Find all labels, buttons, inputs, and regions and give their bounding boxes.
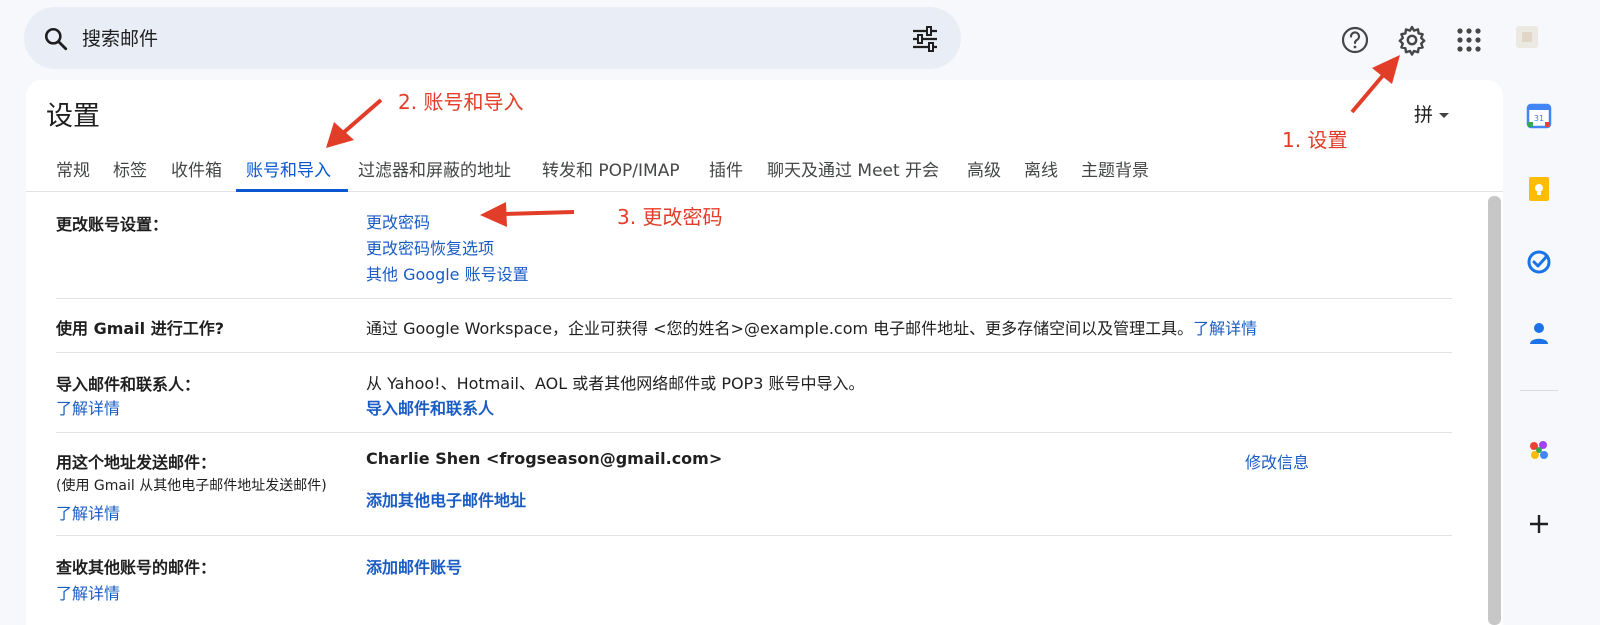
send-as-learn-more-link[interactable]: 了解详情 <box>56 500 120 524</box>
contacts-icon[interactable] <box>1526 320 1552 346</box>
row-workspace: 使用 Gmail 进行工作? 通过 Google Workspace，企业可获得… <box>56 299 1452 353</box>
search-options-icon[interactable] <box>911 26 939 52</box>
scrollbar[interactable] <box>1488 196 1501 625</box>
tab-forwarding-pop-imap[interactable]: 转发和 POP/IMAP <box>542 156 680 181</box>
row-label: 更改账号设置： <box>56 215 169 234</box>
import-description: 从 Yahoo!、Hotmail、AOL 或者其他网络邮件或 POP3 账号中导… <box>366 374 865 393</box>
row-import: 导入邮件和联系人： 了解详情 从 Yahoo!、Hotmail、AOL 或者其他… <box>56 353 1452 433</box>
account-avatar[interactable] <box>1516 26 1538 48</box>
add-icon[interactable] <box>1526 511 1552 537</box>
annotation-step1: 1. 设置 <box>1282 128 1348 152</box>
tab-general[interactable]: 常规 <box>56 156 90 181</box>
row-label: 用这个地址发送邮件： <box>56 453 217 472</box>
svg-text:31: 31 <box>1534 114 1544 123</box>
settings-panel: 设置 拼 常规 标签 收件箱 账号和导入 过滤器和屏蔽的地址 转发和 POP/I… <box>26 80 1503 625</box>
annotation-step2: 2. 账号和导入 <box>398 90 524 114</box>
workspace-learn-more-link[interactable]: 了解详情 <box>1193 319 1257 338</box>
tasks-icon[interactable] <box>1526 249 1552 275</box>
tab-addons[interactable]: 插件 <box>709 156 743 181</box>
addon-icon[interactable] <box>1526 438 1552 464</box>
ime-toggle[interactable]: 拼 <box>1414 100 1450 127</box>
row-send-as: 用这个地址发送邮件： (使用 Gmail 从其他电子邮件地址发送邮件) 了解详情… <box>56 433 1452 536</box>
add-mail-account-link[interactable]: 添加邮件账号 <box>366 554 462 578</box>
search-bar[interactable] <box>24 7 961 69</box>
change-recovery-options-link[interactable]: 更改密码恢复选项 <box>366 235 494 259</box>
search-input[interactable]: 搜索邮件 <box>82 24 158 51</box>
import-learn-more-link[interactable]: 了解详情 <box>56 395 120 419</box>
row-label: 使用 Gmail 进行工作? <box>56 319 224 338</box>
calendar-icon[interactable]: 31 <box>1526 103 1552 129</box>
rail-divider <box>1520 390 1558 391</box>
import-mail-contacts-link[interactable]: 导入邮件和联系人 <box>366 395 494 419</box>
apps-grid-icon[interactable] <box>1456 27 1482 53</box>
row-check-mail: 查收其他账号的邮件： 了解详情 添加邮件账号 <box>56 536 1452 625</box>
tab-themes[interactable]: 主题背景 <box>1081 156 1149 181</box>
check-mail-learn-more-link[interactable]: 了解详情 <box>56 580 120 604</box>
active-tab-indicator <box>236 189 348 192</box>
search-icon[interactable] <box>43 26 69 52</box>
gear-icon[interactable] <box>1396 24 1428 56</box>
tab-offline[interactable]: 离线 <box>1024 156 1058 181</box>
page-title: 设置 <box>46 101 100 132</box>
other-google-account-settings-link[interactable]: 其他 Google 账号设置 <box>366 261 529 285</box>
tab-inbox[interactable]: 收件箱 <box>171 156 222 181</box>
tab-accounts-import[interactable]: 账号和导入 <box>246 156 331 181</box>
row-change-account: 更改账号设置： 更改密码 更改密码恢复选项 其他 Google 账号设置 <box>56 193 1452 299</box>
row-label: 查收其他账号的邮件： <box>56 558 217 577</box>
tab-labels[interactable]: 标签 <box>113 156 147 181</box>
tab-chat-meet[interactable]: 聊天及通过 Meet 开会 <box>767 156 939 181</box>
help-icon[interactable] <box>1340 25 1370 55</box>
tab-filters[interactable]: 过滤器和屏蔽的地址 <box>358 156 511 181</box>
annotation-step3: 3. 更改密码 <box>617 205 723 229</box>
change-password-link[interactable]: 更改密码 <box>366 209 430 233</box>
tab-advanced[interactable]: 高级 <box>967 156 1001 181</box>
add-email-address-link[interactable]: 添加其他电子邮件地址 <box>366 487 526 511</box>
ime-label: 拼 <box>1414 104 1434 126</box>
send-as-address: Charlie Shen <frogseason@gmail.com> <box>366 449 723 468</box>
workspace-description: 通过 Google Workspace，企业可获得 <您的姓名>@example… <box>366 315 1257 339</box>
edit-info-link[interactable]: 修改信息 <box>1245 449 1309 473</box>
workspace-text: 通过 Google Workspace，企业可获得 <您的姓名>@example… <box>366 319 1194 338</box>
row-label: 导入邮件和联系人： <box>56 375 201 394</box>
keep-icon[interactable] <box>1526 176 1552 202</box>
row-sublabel: (使用 Gmail 从其他电子邮件地址发送邮件) <box>56 478 327 494</box>
chevron-down-icon <box>1439 113 1450 118</box>
